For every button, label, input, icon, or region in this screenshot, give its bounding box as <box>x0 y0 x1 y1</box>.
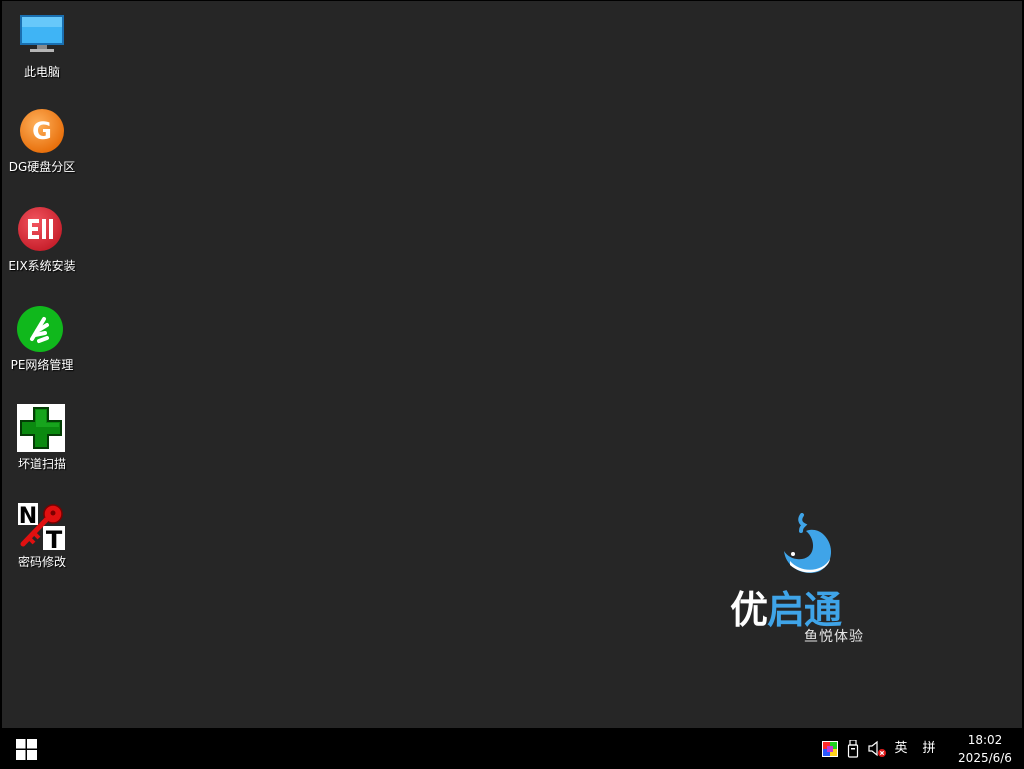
eix-install-icon <box>17 206 67 256</box>
screen: 此电脑 G DG硬盘分区 EIX系统安装 PE网络管理 坏道扫描 N T 密码修… <box>0 0 1024 769</box>
whale-icon <box>784 513 832 573</box>
desktop-icon-label: PE网络管理 <box>10 358 74 372</box>
green-cross-icon <box>17 404 67 454</box>
brand-logo-title-part2: 启通 <box>767 588 842 632</box>
svg-text:N: N <box>19 504 37 529</box>
desktop-icon-label: 此电脑 <box>23 65 60 79</box>
taskbar: 英 拼 18:02 2025/6/6 <box>0 729 1024 769</box>
monitor-icon <box>17 12 67 62</box>
desktop-icon-label: DG硬盘分区 <box>8 160 76 174</box>
diskgenius-icon: G <box>17 107 67 157</box>
desktop-icon-eix-install[interactable]: EIX系统安装 <box>2 206 82 292</box>
clock-time: 18:02 <box>967 733 1003 747</box>
brand-logo: 优启通 鱼悦体验 <box>730 513 880 653</box>
desktop-icon-password-change[interactable]: N T 密码修改 <box>2 502 82 588</box>
brand-logo-title-part1: 优 <box>730 588 768 632</box>
taskbar-clock[interactable]: 18:02 2025/6/6 <box>950 731 1020 767</box>
nt-key-icon: N T <box>17 502 67 554</box>
desktop-icon-bad-sector-scan[interactable]: 坏道扫描 <box>2 404 82 490</box>
desktop-icon-label: EIX系统安装 <box>8 259 76 273</box>
network-manager-icon <box>17 305 67 355</box>
desktop-icon-this-pc[interactable]: 此电脑 <box>2 12 82 98</box>
desktop-icon-label: 密码修改 <box>17 555 66 569</box>
svg-text:G: G <box>32 117 52 145</box>
ime-language-indicator[interactable]: 英 <box>892 739 910 759</box>
volume-muted-icon[interactable] <box>868 739 888 759</box>
start-button[interactable] <box>0 729 52 769</box>
svg-text:T: T <box>46 526 63 552</box>
clock-date: 2025/6/6 <box>958 751 1012 765</box>
ime-mode-indicator[interactable]: 拼 <box>920 739 938 759</box>
desktop: 此电脑 G DG硬盘分区 EIX系统安装 PE网络管理 坏道扫描 N T 密码修… <box>2 1 1022 728</box>
desktop-icon-label: 坏道扫描 <box>17 457 66 471</box>
color-squares-icon[interactable] <box>822 739 838 759</box>
windows-logo-icon <box>16 739 37 760</box>
usb-drive-icon[interactable] <box>846 739 860 759</box>
desktop-icon-dg-partition[interactable]: G DG硬盘分区 <box>2 107 82 193</box>
brand-logo-subtitle: 鱼悦体验 <box>804 629 864 645</box>
desktop-icon-pe-network[interactable]: PE网络管理 <box>2 305 82 391</box>
